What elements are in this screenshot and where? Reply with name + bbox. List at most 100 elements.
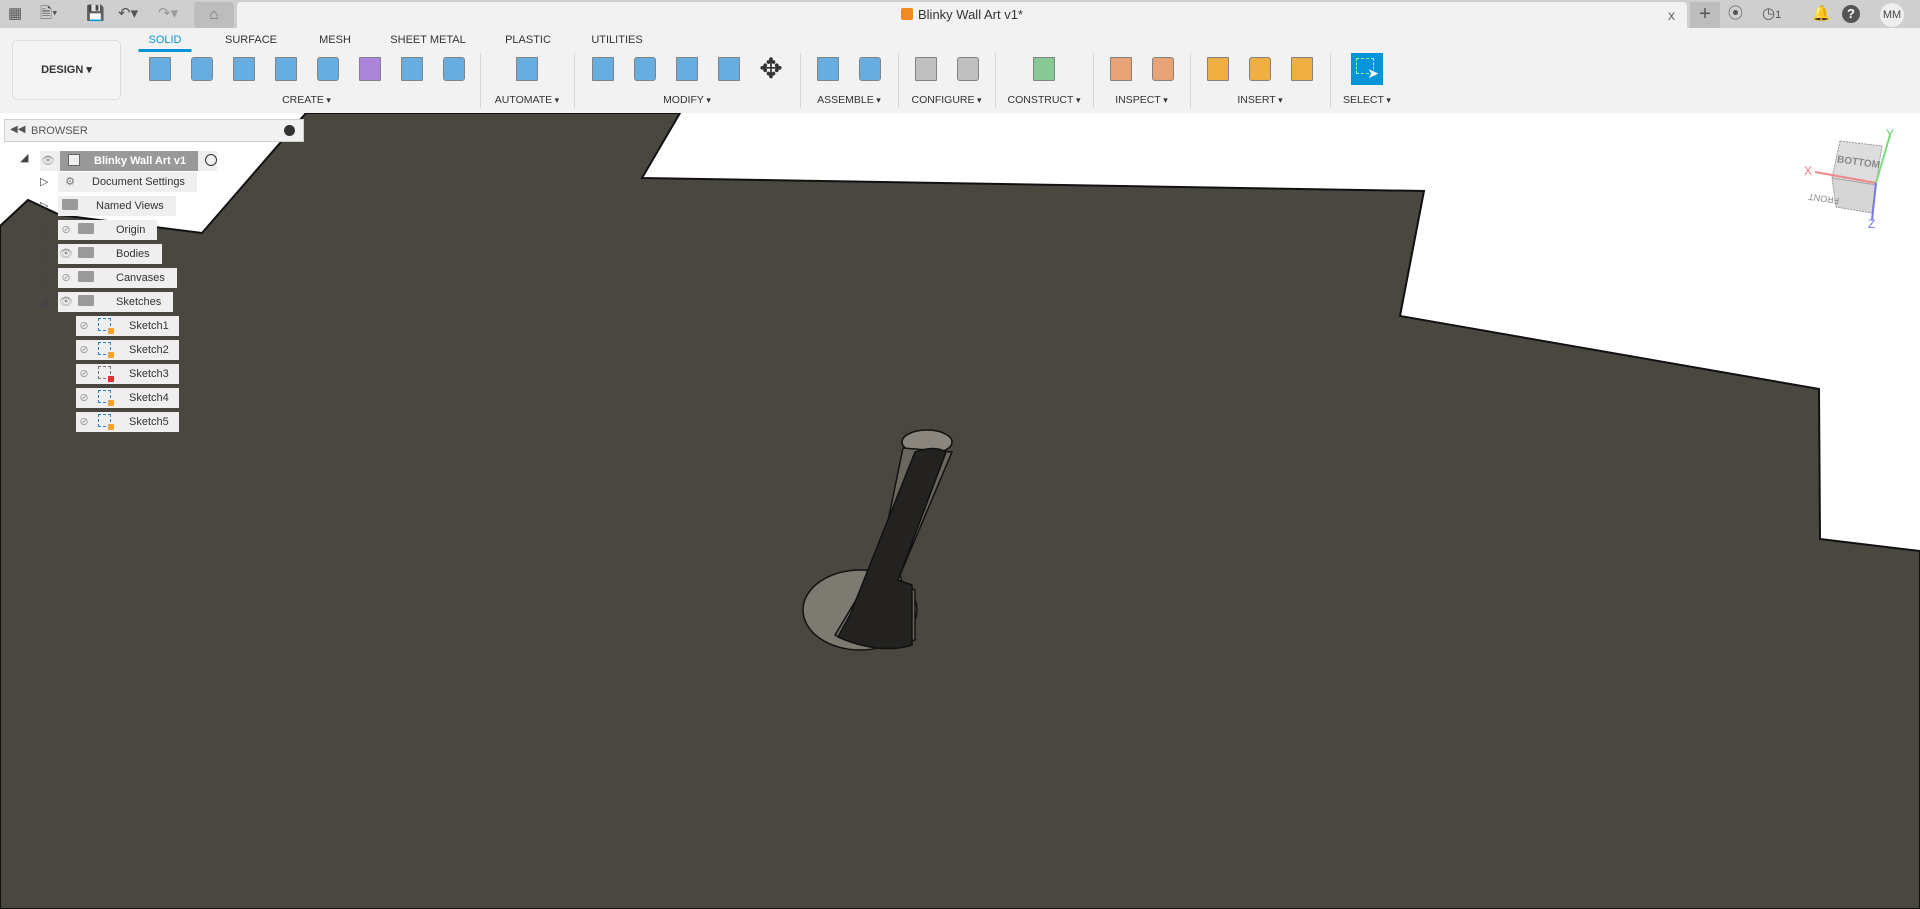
ribbon-group-label[interactable]: CONSTRUCT [997, 94, 1091, 106]
parameters-table-icon[interactable] [952, 53, 984, 85]
home-button[interactable]: ⌂ [194, 2, 234, 28]
expand-arrow-icon[interactable]: ▷ [40, 175, 48, 188]
tab-surface[interactable]: SURFACE [225, 34, 277, 46]
revolve-icon[interactable] [228, 53, 260, 85]
browser-item-bodies[interactable]: 👁 Bodies [58, 244, 162, 264]
move-icon[interactable]: ✥ [755, 53, 787, 85]
expand-arrow-icon[interactable]: ▷ [40, 199, 48, 212]
visibility-eye-icon[interactable]: ⊘ [76, 340, 92, 360]
ribbon-group-select: ➤ SELECT [1332, 50, 1402, 110]
model-body [0, 113, 1920, 909]
job-status-icon[interactable]: ◷1 [1762, 5, 1781, 24]
hole-icon[interactable] [270, 53, 302, 85]
browser-item-label: Origin [116, 224, 146, 236]
ribbon-group-label[interactable]: SELECT [1332, 94, 1402, 106]
apps-grid-icon[interactable]: ▦ [8, 5, 22, 23]
insert-svg-icon[interactable] [1202, 53, 1234, 85]
visibility-eye-icon[interactable]: ⊘ [58, 268, 74, 288]
rectangular-pattern-icon[interactable] [312, 53, 344, 85]
insert-canvas-icon[interactable] [1286, 53, 1318, 85]
collapse-browser-icon[interactable]: ◀◀ [10, 124, 25, 135]
press-pull-icon[interactable] [587, 53, 619, 85]
visibility-eye-icon[interactable]: ⊘ [76, 364, 92, 384]
ribbon-separator [1093, 53, 1094, 108]
visibility-eye-icon[interactable]: ⊘ [76, 412, 92, 432]
ribbon-group-label[interactable]: INSERT [1192, 94, 1328, 106]
expand-arrow-icon[interactable]: ▷ [40, 247, 48, 260]
create-sketch-icon[interactable] [144, 53, 176, 85]
browser-item-sketches[interactable]: 👁 Sketches [58, 292, 174, 312]
split-icon[interactable] [713, 53, 745, 85]
tab-sheet-metal[interactable]: SHEET METAL [390, 34, 465, 46]
extrude-icon[interactable] [186, 53, 218, 85]
circular-pattern-icon[interactable] [396, 53, 428, 85]
browser-sketch-item[interactable]: ⊘ Sketch3 [76, 364, 179, 384]
close-tab-button[interactable]: x [1668, 7, 1675, 23]
browser-item-canvases[interactable]: ⊘ Canvases [58, 268, 177, 288]
visibility-eye-icon[interactable]: 👁 [58, 292, 74, 312]
extensions-icon[interactable]: ⦿ [1728, 5, 1743, 23]
ribbon-group-label[interactable]: INSPECT [1095, 94, 1188, 106]
document-tab[interactable]: Blinky Wall Art v1* x [237, 2, 1687, 28]
combine-icon[interactable] [671, 53, 703, 85]
new-component-icon[interactable] [812, 53, 844, 85]
browser-root-component[interactable]: 👁 Blinky Wall Art v1 [40, 151, 218, 171]
ribbon-group-label[interactable]: CONFIGURE [900, 94, 993, 106]
folder-icon [62, 199, 78, 210]
shell-icon[interactable] [629, 53, 661, 85]
tab-mesh[interactable]: MESH [319, 34, 351, 46]
browser-item-named-views[interactable]: Named Views [58, 196, 176, 216]
new-tab-button[interactable]: + [1690, 2, 1720, 28]
save-icon[interactable]: 💾 [86, 5, 105, 23]
insert-mcmaster-icon[interactable] [1244, 53, 1276, 85]
ribbon-group-modify: ✥ MODIFY [576, 50, 798, 110]
visibility-eye-icon[interactable]: ⊘ [76, 316, 92, 336]
browser-sketch-item[interactable]: ⊘ Sketch2 [76, 340, 179, 360]
tab-plastic[interactable]: PLASTIC [505, 34, 551, 46]
ribbon-group-label[interactable]: CREATE [135, 94, 478, 106]
browser-panel-header[interactable]: ◀◀ BROWSER [4, 119, 304, 142]
tab-utilities[interactable]: UTILITIES [591, 34, 642, 46]
3d-viewport[interactable]: BOTTOM FRONT X Y Z [0, 113, 1920, 909]
notifications-icon[interactable]: 🔔 [1812, 5, 1831, 23]
joint-icon[interactable] [854, 53, 886, 85]
offset-plane-icon[interactable] [1028, 53, 1060, 85]
view-cube[interactable]: BOTTOM FRONT X Y Z [1804, 127, 1894, 231]
browser-item-document-settings[interactable]: ⚙ Document Settings [58, 172, 197, 192]
collapse-arrow-icon[interactable]: ◢ [40, 295, 48, 308]
ribbon-separator [898, 53, 899, 108]
visibility-eye-icon[interactable]: 👁 [40, 151, 56, 171]
browser-minimize-icon[interactable] [284, 125, 295, 136]
redo-icon[interactable]: ↷▾ [158, 5, 178, 23]
configure-icon[interactable] [910, 53, 942, 85]
user-avatar[interactable]: MM [1880, 3, 1904, 27]
select-icon[interactable]: ➤ [1351, 53, 1383, 85]
ribbon-separator [1190, 53, 1191, 108]
browser-title: BROWSER [31, 125, 88, 137]
ribbon-group-label[interactable]: ASSEMBLE [802, 94, 896, 106]
help-icon[interactable]: ? [1842, 5, 1860, 23]
loft-icon[interactable] [438, 53, 470, 85]
visibility-eye-icon[interactable]: ⊘ [76, 388, 92, 408]
collapse-arrow-icon[interactable]: ◢ [20, 151, 28, 164]
expand-arrow-icon[interactable]: ▷ [40, 223, 48, 236]
measure-icon[interactable] [1147, 53, 1179, 85]
visibility-eye-icon[interactable]: ⊘ [58, 220, 74, 240]
ribbon-group-label[interactable]: MODIFY [576, 94, 798, 106]
browser-sketch-item[interactable]: ⊘ Sketch1 [76, 316, 179, 336]
analysis-icon[interactable] [1105, 53, 1137, 85]
folder-icon [78, 295, 94, 306]
tab-solid[interactable]: SOLID [138, 34, 192, 52]
form-icon[interactable] [354, 53, 386, 85]
workspace-switcher[interactable]: DESIGN ▾ [12, 40, 121, 100]
expand-arrow-icon[interactable]: ▷ [40, 271, 48, 284]
browser-item-origin[interactable]: ⊘ Origin [58, 220, 158, 240]
visibility-eye-icon[interactable]: 👁 [58, 244, 74, 264]
automate-icon[interactable] [511, 53, 543, 85]
undo-icon[interactable]: ↶▾ [118, 5, 138, 23]
browser-sketch-item[interactable]: ⊘ Sketch5 [76, 412, 179, 432]
browser-sketch-item[interactable]: ⊘ Sketch4 [76, 388, 179, 408]
file-menu-icon[interactable]: 🗎▾ [40, 5, 58, 23]
ribbon-group-label[interactable]: AUTOMATE [482, 94, 572, 106]
activate-radio-icon[interactable] [205, 154, 218, 166]
